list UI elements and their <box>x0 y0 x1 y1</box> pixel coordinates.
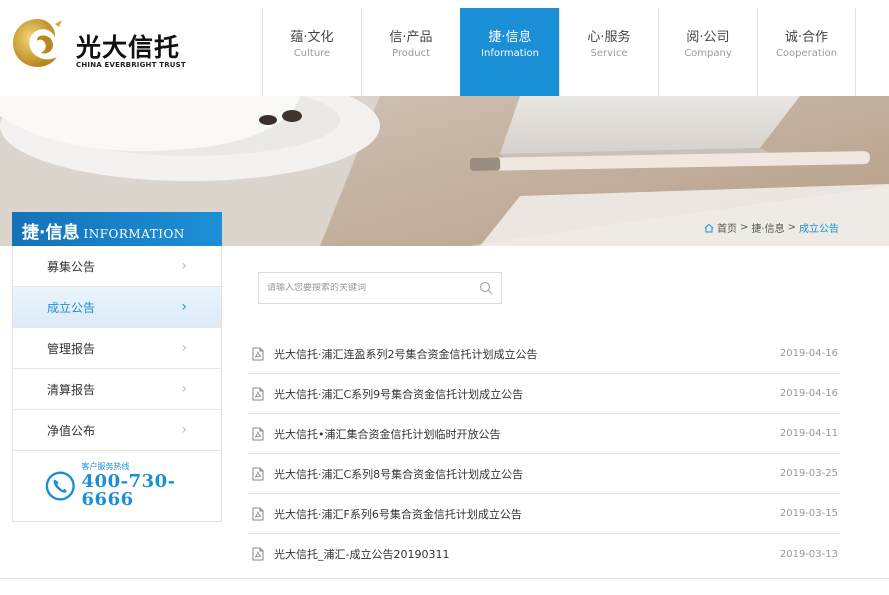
nav-item-cooperation[interactable]: 诚·合作 Cooperation <box>757 8 856 96</box>
nav-label-en: Information <box>481 48 539 59</box>
nav-label-cn: 诚·合作 <box>784 30 829 45</box>
logo-text-en: CHINA EVERBRIGHT TRUST <box>76 61 186 69</box>
sidebar-item-label: 净值公布 <box>47 423 96 438</box>
pdf-file-icon <box>252 507 264 520</box>
site-header: 光大信托 CHINA EVERBRIGHT TRUST 蕴·文化 Culture… <box>0 0 889 96</box>
list-item-title: 光大信托·浦汇C系列8号集合资金信托计划成立公告 <box>274 467 524 481</box>
hotline-box: 客户服务热线 400-730-6666 <box>13 451 221 521</box>
nav-item-culture[interactable]: 蕴·文化 Culture <box>262 8 361 96</box>
list-item-title: 光大信托·浦汇C系列9号集合资金信托计划成立公告 <box>274 387 524 401</box>
footer-divider <box>0 578 889 579</box>
sidebar-title-cn: 捷·信息 <box>22 223 80 243</box>
sidebar-item-fundraising[interactable]: 募集公告 › <box>13 246 221 287</box>
logo-emblem-icon <box>13 19 62 67</box>
list-item-date: 2019-03-13 <box>779 548 838 560</box>
sidebar-item-management-report[interactable]: 管理报告 › <box>13 328 221 369</box>
nav-label-cn: 蕴·文化 <box>290 30 334 45</box>
hotline-label: 客户服务热线 <box>81 462 130 471</box>
hotline-number[interactable]: 400-730-6666 <box>82 473 221 509</box>
sidebar-title: 捷·信息 INFORMATION <box>12 212 222 246</box>
nav-item-service[interactable]: 心·服务 Service <box>559 8 658 96</box>
chevron-right-icon: › <box>181 340 187 356</box>
breadcrumb-separator: > <box>740 222 749 233</box>
sidebar-item-label: 清算报告 <box>47 382 96 397</box>
nav-label-en: Culture <box>293 48 331 59</box>
sidebar-item-establishment[interactable]: 成立公告 › <box>13 287 221 328</box>
pdf-file-icon <box>252 347 264 360</box>
chevron-right-icon: › <box>181 381 187 397</box>
list-item[interactable]: 光大信托·浦汇连盈系列2号集合资金信托计划成立公告 2019-04-16 <box>248 334 840 374</box>
list-item-date: 2019-04-16 <box>779 388 838 399</box>
nav-label-cn: 信·产品 <box>389 30 433 45</box>
pdf-file-icon <box>252 467 264 480</box>
logo-text-cn: 光大信托 <box>76 33 181 62</box>
list-item[interactable]: 光大信托·浦汇C系列8号集合资金信托计划成立公告 2019-03-25 <box>248 454 840 494</box>
phone-icon <box>45 471 75 501</box>
search-input[interactable] <box>267 283 479 293</box>
nav-label-cn: 捷·信息 <box>488 30 532 45</box>
breadcrumb: 首页 > 捷·信息 > 成立公告 <box>704 220 839 235</box>
list-item-title: 光大信托_浦汇-成立公告20190311 <box>274 548 450 561</box>
sidebar-title-en: INFORMATION <box>83 227 185 241</box>
nav-item-product[interactable]: 信·产品 Product <box>361 8 460 96</box>
pdf-file-icon <box>252 387 264 400</box>
search-box <box>258 272 502 304</box>
hotline-text: 客户服务热线 400-730-6666 <box>82 463 221 509</box>
nav-label-en: Company <box>684 48 732 59</box>
list-item[interactable]: 光大信托·浦汇C系列9号集合资金信托计划成立公告 2019-04-16 <box>248 374 840 414</box>
nav-label-cn: 阅·公司 <box>686 30 730 45</box>
nav-label-en: Product <box>392 48 430 59</box>
list-item-date: 2019-03-15 <box>779 508 838 519</box>
list-item[interactable]: 光大信托_浦汇-成立公告20190311 2019-03-13 <box>248 534 840 574</box>
chevron-right-icon: › <box>181 422 187 438</box>
search-icon[interactable] <box>479 281 493 295</box>
breadcrumb-separator: > <box>787 222 796 233</box>
logo[interactable]: 光大信托 CHINA EVERBRIGHT TRUST <box>10 16 210 76</box>
list-item-title: 光大信托•浦汇集合资金信托计划临时开放公告 <box>274 427 501 441</box>
nav-label-cn: 心·服务 <box>587 30 631 45</box>
chevron-right-icon: › <box>181 299 187 315</box>
announcement-list: 光大信托·浦汇连盈系列2号集合资金信托计划成立公告 2019-04-16 光大信… <box>248 334 840 574</box>
sidebar-menu: 募集公告 › 成立公告 › 管理报告 › 清算报告 › 净值公布 › 客户服务热… <box>12 246 222 522</box>
list-item-date: 2019-03-25 <box>779 468 838 479</box>
main-nav: 蕴·文化 Culture 信·产品 Product 捷·信息 Informati… <box>262 8 856 96</box>
home-icon <box>704 223 714 232</box>
pdf-file-icon <box>252 547 264 561</box>
list-item[interactable]: 光大信托·浦汇F系列6号集合资金信托计划成立公告 2019-03-15 <box>248 494 840 534</box>
sidebar-item-nav-publication[interactable]: 净值公布 › <box>13 410 221 451</box>
sidebar-item-label: 管理报告 <box>47 341 96 356</box>
pdf-file-icon <box>252 427 264 440</box>
list-item-title: 光大信托·浦汇连盈系列2号集合资金信托计划成立公告 <box>274 347 538 361</box>
nav-item-company[interactable]: 阅·公司 Company <box>658 8 757 96</box>
breadcrumb-current: 成立公告 <box>799 224 839 235</box>
sidebar-item-liquidation-report[interactable]: 清算报告 › <box>13 369 221 410</box>
nav-label-en: Service <box>590 48 628 59</box>
breadcrumb-section[interactable]: 捷·信息 <box>751 220 784 235</box>
nav-label-en: Cooperation <box>775 48 838 59</box>
list-item-date: 2019-04-11 <box>779 428 838 439</box>
list-item-title: 光大信托·浦汇F系列6号集合资金信托计划成立公告 <box>274 507 522 521</box>
chevron-right-icon: › <box>181 258 187 274</box>
sidebar-item-label: 成立公告 <box>47 300 96 315</box>
list-item[interactable]: 光大信托•浦汇集合资金信托计划临时开放公告 2019-04-11 <box>248 414 840 454</box>
nav-item-information[interactable]: 捷·信息 Information <box>460 8 559 96</box>
list-item-date: 2019-04-16 <box>779 348 838 359</box>
sidebar-item-label: 募集公告 <box>47 259 96 274</box>
breadcrumb-home[interactable]: 首页 <box>717 220 737 235</box>
